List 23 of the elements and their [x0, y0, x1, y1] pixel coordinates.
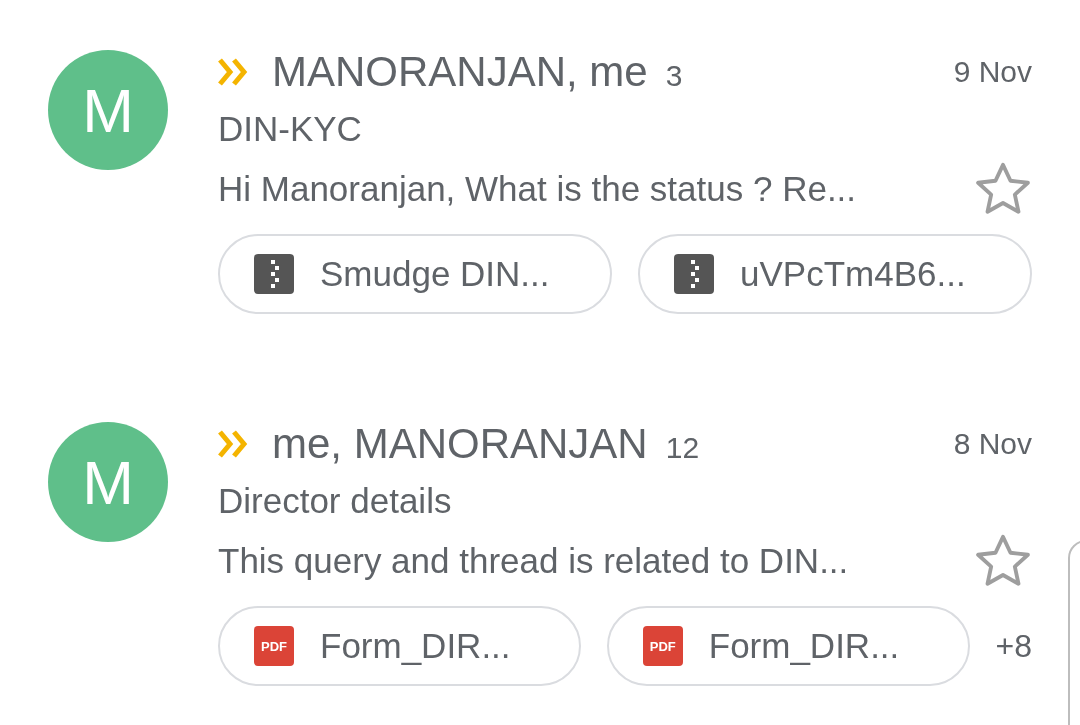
sender-names: me, MANORANJAN — [272, 420, 648, 468]
attachment-chip[interactable]: Smudge DIN... — [218, 234, 612, 314]
attachment-chip[interactable]: uVPcTm4B6... — [638, 234, 1032, 314]
star-icon[interactable] — [974, 533, 1032, 589]
thread-snippet: Hi Manoranjan, What is the status ? Re... — [218, 169, 857, 209]
thread-snippet: This query and thread is related to DIN... — [218, 541, 849, 581]
pdf-file-icon: PDF — [254, 626, 294, 666]
thread-subject: DIN-KYC — [218, 108, 362, 150]
attachment-chip[interactable]: PDF Form_DIR... — [606, 606, 970, 686]
zip-file-icon — [674, 254, 714, 294]
thread-date: 9 Nov — [953, 55, 1032, 89]
thread-date: 8 Nov — [953, 427, 1032, 461]
message-count: 12 — [665, 431, 700, 465]
more-attachments-count: +8 — [995, 627, 1032, 665]
star-icon[interactable] — [974, 161, 1032, 217]
attachment-chip[interactable]: PDF Form_DIR... — [218, 606, 581, 686]
message-count: 3 — [665, 59, 683, 93]
sender-names: MANORANJAN, me — [272, 48, 648, 96]
zip-file-icon — [254, 254, 294, 294]
pdf-file-icon: PDF — [642, 626, 683, 666]
thread-subject: Director details — [218, 480, 452, 522]
avatar: M — [48, 422, 168, 542]
avatar: M — [48, 50, 168, 170]
